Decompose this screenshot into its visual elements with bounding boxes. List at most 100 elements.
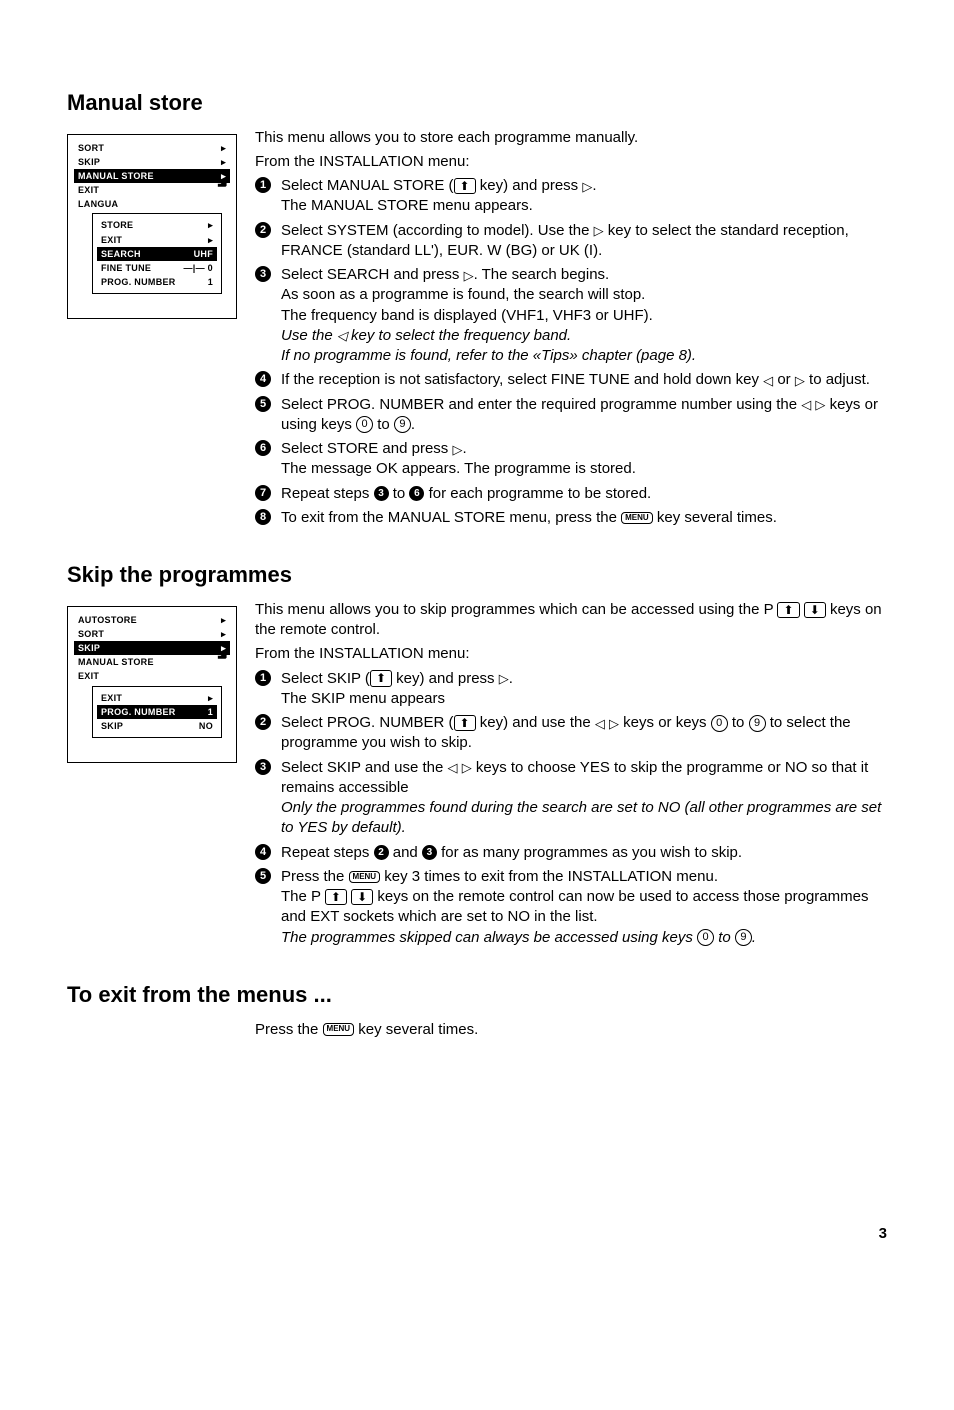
- step-number-icon: 2: [255, 222, 271, 238]
- step-item: 1Select MANUAL STORE (⬆ key) and press ▷…: [255, 176, 887, 217]
- menu-item: EXIT: [78, 670, 99, 682]
- intro-text: This menu allows you to store each progr…: [255, 128, 887, 148]
- menu-item: SORT: [78, 142, 104, 154]
- step-number-icon: 1: [255, 670, 271, 686]
- step-item: 4Repeat steps 2 and 3 for as many progra…: [255, 843, 887, 863]
- right-key-icon: ▷: [464, 269, 474, 282]
- menu-value: 1: [208, 706, 213, 718]
- step-item: 6Select STORE and press ▷.The message OK…: [255, 439, 887, 480]
- up-key-icon: ⬆: [777, 602, 799, 618]
- menu-item: EXIT: [101, 692, 122, 704]
- menu-item: SKIP: [78, 156, 100, 168]
- menu-value: ▸: [208, 692, 213, 704]
- menu-item: EXIT: [78, 184, 99, 196]
- section-heading-manual-store: Manual store: [67, 88, 887, 118]
- section-exit: Press the MENU key several times.: [67, 1020, 887, 1044]
- menu-key-icon: MENU: [323, 1023, 355, 1036]
- menu-item-selected: SKIP: [78, 642, 100, 654]
- right-key-icon: ▷: [795, 374, 805, 387]
- menu-item: STORE: [101, 219, 133, 231]
- left-key-icon: ◁: [337, 329, 347, 342]
- ref-step-icon: 3: [374, 486, 389, 501]
- section-skip: AUTOSTORE▸ SORT▸ SKIP▸ MANUAL STORE EXIT…: [67, 600, 887, 952]
- step-number-icon: 3: [255, 266, 271, 282]
- right-key-icon: ▷: [452, 443, 462, 456]
- digit-key-icon: 0: [356, 416, 373, 433]
- digit-key-icon: 9: [735, 929, 752, 946]
- step-item: 1Select SKIP (⬆ key) and press ▷.The SKI…: [255, 669, 887, 710]
- inner-menu-box: STORE▸ EXIT▸ SEARCHUHF FINE TUNE—|— 0 PR…: [92, 213, 222, 294]
- step-number-icon: 2: [255, 714, 271, 730]
- menu-item: MANUAL STORE: [78, 656, 154, 668]
- left-key-icon: ◁: [763, 374, 773, 387]
- step-item: 3Select SEARCH and press ▷. The search b…: [255, 265, 887, 366]
- page-number: 3: [67, 1224, 887, 1244]
- cursor-arrow-icon: ↘: [208, 637, 230, 663]
- menu-item: SORT: [78, 628, 104, 640]
- intro-text: This menu allows you to skip programmes …: [255, 600, 887, 641]
- menu-item-selected: PROG. NUMBER: [101, 706, 176, 718]
- exit-body: Press the MENU key several times.: [255, 1020, 887, 1044]
- skip-steps: 1Select SKIP (⬆ key) and press ▷.The SKI…: [255, 669, 887, 948]
- menu-value: NO: [199, 720, 213, 732]
- menu-value: —|— 0: [183, 262, 213, 274]
- right-key-icon: ▷: [582, 180, 592, 193]
- right-key-icon: ▷: [462, 761, 472, 774]
- left-key-icon: ◁: [448, 761, 458, 774]
- right-key-icon: ▷: [594, 224, 604, 237]
- up-key-icon: ⬆: [454, 178, 476, 194]
- up-key-icon: ⬆: [370, 670, 392, 686]
- cursor-arrow-icon: ↘: [208, 165, 230, 191]
- menu-item: LANGUA: [78, 198, 118, 210]
- step-number-icon: 7: [255, 485, 271, 501]
- menu-item-selected: SEARCH: [101, 248, 141, 260]
- menu-item-selected: MANUAL STORE: [78, 170, 154, 182]
- step-item: 5Press the MENU key 3 times to exit from…: [255, 867, 887, 948]
- right-key-icon: ▷: [815, 398, 825, 411]
- step-number-icon: 1: [255, 177, 271, 193]
- step-number-icon: 4: [255, 844, 271, 860]
- step-item: 2Select SYSTEM (according to model). Use…: [255, 221, 887, 262]
- down-key-icon: ⬇: [351, 889, 373, 905]
- menu-value: ▸: [208, 234, 213, 246]
- step-number-icon: 4: [255, 371, 271, 387]
- menu-value: ▸: [208, 219, 213, 231]
- manual-store-body: This menu allows you to store each progr…: [255, 128, 887, 533]
- menu-item: SKIP: [101, 720, 123, 732]
- intro-text: From the INSTALLATION menu:: [255, 152, 887, 172]
- up-key-icon: ⬆: [325, 889, 347, 905]
- section-heading-exit: To exit from the menus ...: [67, 980, 887, 1010]
- left-key-icon: ◁: [595, 717, 605, 730]
- up-key-icon: ⬆: [454, 715, 476, 731]
- skip-body: This menu allows you to skip programmes …: [255, 600, 887, 952]
- digit-key-icon: 0: [697, 929, 714, 946]
- menu-key-icon: MENU: [349, 871, 381, 884]
- ref-step-icon: 6: [409, 486, 424, 501]
- ref-step-icon: 2: [374, 845, 389, 860]
- skip-menu-illustration: AUTOSTORE▸ SORT▸ SKIP▸ MANUAL STORE EXIT…: [67, 600, 237, 763]
- step-item: 4If the reception is not satisfactory, s…: [255, 370, 887, 390]
- menu-item: FINE TUNE: [101, 262, 151, 274]
- intro-text: From the INSTALLATION menu:: [255, 644, 887, 664]
- section-heading-skip: Skip the programmes: [67, 560, 887, 590]
- menu-value: 1: [208, 276, 213, 288]
- exit-text: Press the MENU key several times.: [255, 1020, 887, 1040]
- left-key-icon: ◁: [801, 398, 811, 411]
- step-number-icon: 6: [255, 440, 271, 456]
- ref-step-icon: 3: [422, 845, 437, 860]
- right-key-icon: ▷: [609, 717, 619, 730]
- inner-menu-box: EXIT ▸ PROG. NUMBER 1 SKIP NO: [92, 686, 222, 738]
- step-number-icon: 5: [255, 396, 271, 412]
- digit-key-icon: 9: [394, 416, 411, 433]
- manual-store-menu-illustration: SORT▸ SKIP▸ MANUAL STORE▸ EXIT LANGUA ↘ …: [67, 128, 237, 319]
- down-key-icon: ⬇: [804, 602, 826, 618]
- step-number-icon: 5: [255, 868, 271, 884]
- manual-store-steps: 1Select MANUAL STORE (⬆ key) and press ▷…: [255, 176, 887, 528]
- step-item: 8To exit from the MANUAL STORE menu, pre…: [255, 508, 887, 528]
- step-number-icon: 3: [255, 759, 271, 775]
- menu-key-icon: MENU: [621, 512, 653, 525]
- menu-value: UHF: [194, 248, 213, 260]
- step-item: 7Repeat steps 3 to 6 for each programme …: [255, 484, 887, 504]
- menu-item: AUTOSTORE: [78, 614, 137, 626]
- step-number-icon: 8: [255, 509, 271, 525]
